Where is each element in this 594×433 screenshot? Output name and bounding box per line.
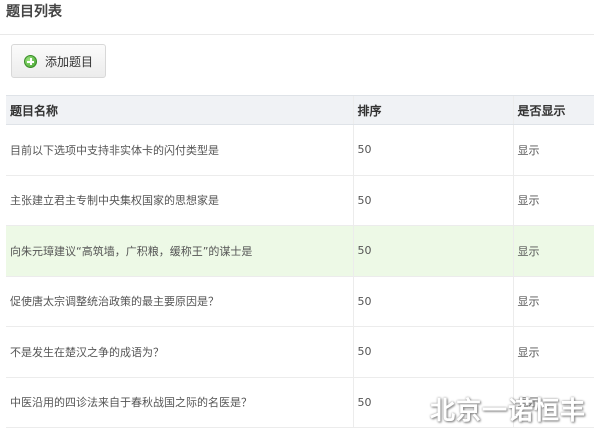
table-row[interactable]: 目前以下选项中支持非实体卡的闪付类型是 50 显示 bbox=[6, 124, 594, 176]
table-row[interactable]: 不是发生在楚汉之争的成语为？ 50 显示 bbox=[6, 326, 594, 378]
table-header-row: 题目名称 排序 是否显示 bbox=[6, 95, 594, 125]
add-question-label: 添加题目 bbox=[45, 54, 94, 69]
question-name-cell[interactable]: 不是发生在楚汉之争的成语为？ bbox=[6, 326, 353, 378]
title-divider bbox=[0, 34, 594, 35]
add-question-button[interactable]: 添加题目 bbox=[11, 44, 106, 78]
plus-circle-icon bbox=[24, 54, 37, 68]
question-name-cell[interactable]: 主张建立君主专制中央集权国家的思想家是 bbox=[6, 175, 353, 226]
column-header-visible[interactable]: 是否显示 bbox=[512, 95, 594, 125]
visible-cell: 显示 bbox=[512, 225, 594, 277]
table-row[interactable]: 主张建立君主专制中央集权国家的思想家是 50 显示 bbox=[6, 175, 594, 226]
sort-cell: 50 bbox=[352, 124, 513, 176]
sort-cell: 50 bbox=[352, 326, 513, 378]
visible-cell: 显示 bbox=[512, 124, 594, 176]
column-header-name[interactable]: 题目名称 bbox=[6, 95, 353, 125]
question-name-cell[interactable]: 促使唐太宗调整统治政策的最主要原因是？ bbox=[6, 276, 353, 327]
sort-cell: 50 bbox=[352, 225, 513, 277]
column-header-sort[interactable]: 排序 bbox=[352, 95, 513, 125]
visible-cell: 显示 bbox=[512, 276, 594, 327]
visible-cell: 显示 bbox=[512, 326, 594, 378]
page-title: 题目列表 bbox=[6, 4, 62, 20]
visible-cell: 显示 bbox=[512, 175, 594, 226]
sort-cell: 50 bbox=[352, 276, 513, 327]
question-name-cell[interactable]: 目前以下选项中支持非实体卡的闪付类型是 bbox=[6, 124, 353, 176]
watermark: 北京一诺恒丰 bbox=[429, 396, 586, 425]
table-row[interactable]: 促使唐太宗调整统治政策的最主要原因是？ 50 显示 bbox=[6, 276, 594, 327]
table-row[interactable]: 向朱元璋建议“高筑墙，广积粮，缓称王”的谋士是 50 显示 bbox=[6, 225, 594, 277]
question-name-cell[interactable]: 向朱元璋建议“高筑墙，广积粮，缓称王”的谋士是 bbox=[6, 225, 353, 277]
sort-cell: 50 bbox=[352, 175, 513, 226]
question-table: 题目名称 排序 是否显示 目前以下选项中支持非实体卡的闪付类型是 50 显示 主… bbox=[6, 95, 594, 428]
question-name-cell[interactable]: 中医沿用的四诊法来自于春秋战国之际的名医是？ bbox=[6, 377, 353, 428]
